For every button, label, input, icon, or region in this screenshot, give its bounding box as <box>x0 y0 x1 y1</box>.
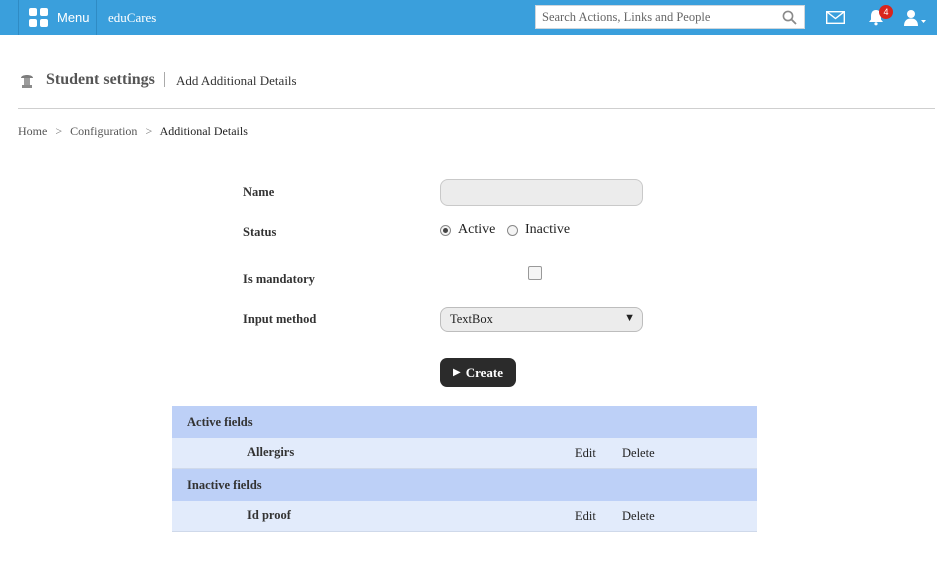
breadcrumb-current: Additional Details <box>159 124 248 138</box>
name-input[interactable] <box>440 179 643 206</box>
edit-link[interactable]: Edit <box>575 509 596 524</box>
search-box <box>535 5 805 29</box>
mandatory-checkbox[interactable] <box>528 266 542 280</box>
edit-link[interactable]: Edit <box>575 446 596 461</box>
mandatory-label: Is mandatory <box>243 272 315 286</box>
input-method-label: Input method <box>243 312 317 326</box>
field-name: Allergirs <box>247 445 295 459</box>
settings-icon <box>21 75 33 88</box>
create-button-label: Create <box>465 364 503 380</box>
search-icon[interactable] <box>782 10 797 25</box>
page-title: Student settings <box>46 71 155 88</box>
create-button[interactable]: ▶ Create <box>440 358 516 387</box>
header-divider <box>18 108 935 109</box>
table-row: Id proof Edit Delete <box>172 501 757 532</box>
delete-link[interactable]: Delete <box>622 509 655 524</box>
input-method-select[interactable]: TextBox ▼ <box>440 307 643 332</box>
user-icon[interactable] <box>903 9 927 26</box>
status-active-label: Active <box>458 222 496 237</box>
active-fields-header: Active fields <box>172 406 757 438</box>
status-active-radio[interactable] <box>440 224 451 236</box>
chevron-down-icon: ▼ <box>624 312 635 324</box>
breadcrumb-configuration[interactable]: Configuration <box>70 124 137 138</box>
breadcrumb: Home > Configuration > Additional Detail… <box>18 124 248 139</box>
menu-label: Menu <box>57 10 90 25</box>
grid-icon <box>29 8 48 27</box>
status-inactive-label: Inactive <box>525 222 571 237</box>
breadcrumb-separator: > <box>55 124 63 138</box>
delete-link[interactable]: Delete <box>622 446 655 461</box>
table-row: Allergirs Edit Delete <box>172 438 757 469</box>
field-name: Id proof <box>247 508 291 522</box>
play-icon: ▶ <box>453 367 461 378</box>
breadcrumb-separator: > <box>145 124 153 138</box>
input-method-value: TextBox <box>450 312 493 326</box>
inactive-fields-header: Inactive fields <box>172 469 757 501</box>
fields-table: Active fields Allergirs Edit Delete Inac… <box>172 406 757 532</box>
status-inactive-option[interactable]: Inactive <box>507 222 570 238</box>
top-navbar: Menu eduCares 4 <box>0 0 937 35</box>
notification-badge: 4 <box>879 5 893 19</box>
title-divider <box>164 72 165 87</box>
page-subtitle: Add Additional Details <box>176 73 297 88</box>
brand-link[interactable]: eduCares <box>108 10 156 26</box>
status-label: Status <box>243 225 277 239</box>
breadcrumb-home[interactable]: Home <box>18 124 47 138</box>
status-active-option[interactable]: Active <box>440 222 495 238</box>
name-label: Name <box>243 185 275 199</box>
menu-button[interactable]: Menu <box>18 0 97 35</box>
mail-icon[interactable] <box>826 11 845 24</box>
status-inactive-radio[interactable] <box>507 224 518 236</box>
search-input[interactable] <box>536 6 782 28</box>
